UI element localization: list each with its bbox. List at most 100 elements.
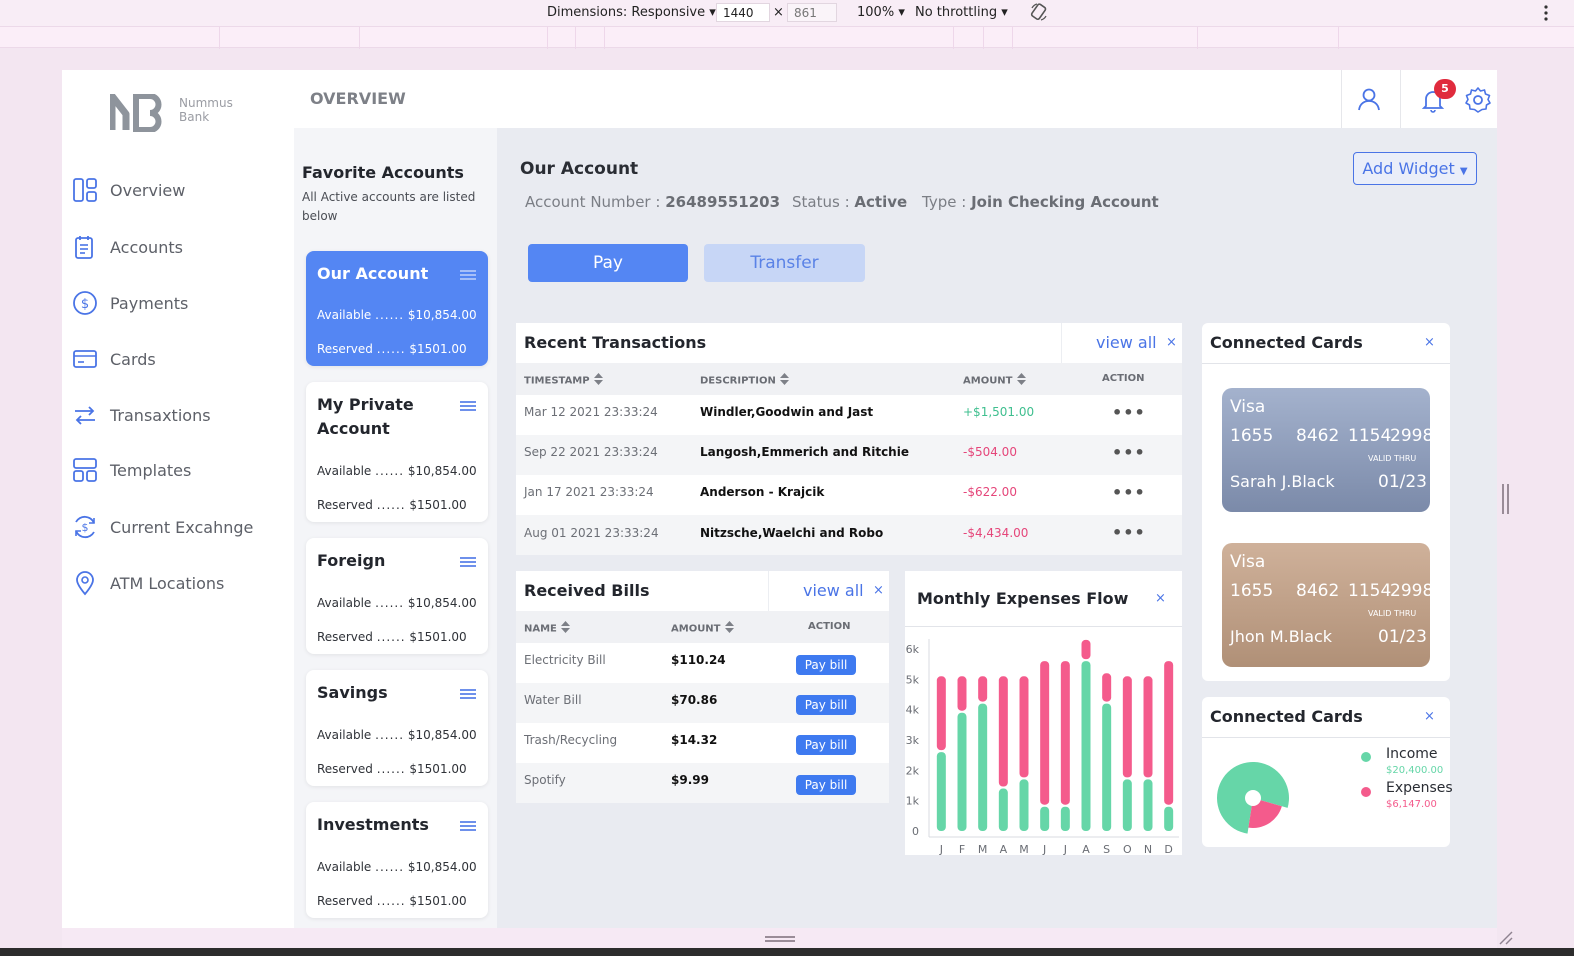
- credit-card[interactable]: Visa 1655 8462 1154 2998 VALID THRU Sara…: [1222, 388, 1433, 512]
- transfer-button[interactable]: Transfer: [704, 244, 865, 282]
- leader-dots: ......: [376, 762, 406, 776]
- reserved-line: Reserved ...... $1501.00: [317, 894, 467, 908]
- column-header-description[interactable]: DESCRIPTION: [700, 373, 789, 388]
- account-card-foreign[interactable]: Foreign Available ...... $10,854.00 Rese…: [306, 538, 488, 654]
- bar-segment: [978, 676, 988, 702]
- column-label: TIMESTAMP: [524, 375, 590, 387]
- column-header-timestamp[interactable]: TIMESTAMP: [524, 373, 603, 388]
- resize-handle-bottom[interactable]: [765, 936, 795, 942]
- rotate-icon[interactable]: [1029, 2, 1049, 22]
- menu-icon[interactable]: [460, 689, 476, 699]
- available-value: $10,854.00: [407, 308, 477, 322]
- width-input[interactable]: 1440: [716, 3, 770, 22]
- table-row[interactable]: Jan 17 2021 23:33:24 Anderson - Krajcik …: [516, 475, 1182, 515]
- column-header-name[interactable]: NAME: [524, 621, 570, 636]
- reserved-line: Reserved ...... $1501.00: [317, 498, 467, 512]
- window-bottom-edge: [0, 948, 1574, 956]
- divider: [1061, 323, 1062, 363]
- bar-segment: [1040, 661, 1050, 805]
- sidebar-item-overview[interactable]: Overview: [72, 170, 284, 210]
- bar-segment: [1143, 676, 1153, 778]
- more-actions-icon[interactable]: •••: [1112, 523, 1146, 542]
- favorites-title: Favorite Accounts: [302, 163, 464, 182]
- sort-icon: [724, 621, 734, 636]
- panel-title: Monthly Expenses Flow: [917, 589, 1129, 608]
- user-icon[interactable]: [1356, 86, 1382, 112]
- reserved-line: Reserved ...... $1501.00: [317, 762, 467, 776]
- table-row[interactable]: Sep 22 2021 23:33:24 Langosh,Emmerich an…: [516, 435, 1182, 475]
- close-icon[interactable]: ×: [1424, 709, 1435, 724]
- reserved-label: Reserved: [317, 498, 373, 512]
- sidebar-item-label: ATM Locations: [110, 573, 225, 593]
- account-name: Investments: [317, 815, 429, 834]
- more-actions-icon[interactable]: •••: [1112, 483, 1146, 502]
- pay-bill-button[interactable]: Pay bill: [796, 695, 856, 715]
- card-brand: Visa: [1230, 552, 1266, 572]
- income-legend-dot: [1361, 752, 1371, 762]
- gear-icon[interactable]: [1464, 86, 1492, 114]
- bar-segment: [998, 676, 1008, 787]
- column-header-amount[interactable]: AMOUNT: [963, 373, 1026, 388]
- sidebar-item-accounts[interactable]: Accounts: [72, 227, 284, 267]
- table-row[interactable]: Mar 12 2021 23:33:24 Windler,Goodwin and…: [516, 395, 1182, 435]
- more-actions-icon[interactable]: •••: [1112, 403, 1146, 422]
- view-all-link[interactable]: view all: [1096, 333, 1157, 352]
- close-icon[interactable]: ×: [1166, 335, 1177, 350]
- close-icon[interactable]: ×: [873, 583, 884, 598]
- zoom-select[interactable]: 100% ▾: [857, 5, 905, 20]
- pay-button[interactable]: Pay: [528, 244, 688, 282]
- logo-icon: [110, 94, 162, 132]
- available-label: Available: [317, 728, 372, 742]
- add-widget-button[interactable]: Add Widget ▼: [1353, 152, 1477, 185]
- menu-icon[interactable]: [460, 270, 476, 280]
- brand-name: Nummus Bank: [179, 96, 233, 124]
- menu-icon[interactable]: [460, 821, 476, 831]
- leader-dots: ......: [376, 630, 406, 644]
- panel-title: Received Bills: [524, 581, 650, 600]
- sidebar-item-payments[interactable]: $ Payments: [72, 283, 284, 323]
- card-number-group: 1655: [1230, 426, 1274, 446]
- sidebar-item-label: Payments: [110, 293, 189, 313]
- height-input[interactable]: 861: [787, 3, 837, 22]
- bar-segment: [936, 676, 946, 751]
- sidebar-item-atm-locations[interactable]: ATM Locations: [72, 563, 284, 603]
- app-viewport: Nummus Bank Overview Accounts $ Payments…: [62, 70, 1497, 928]
- sidebar-item-transactions[interactable]: Transaxtions: [72, 395, 284, 435]
- available-label: Available: [317, 308, 372, 322]
- sidebar-item-cards[interactable]: Cards: [72, 339, 284, 379]
- throttling-select[interactable]: No throttling ▾: [915, 5, 1008, 20]
- close-icon[interactable]: ×: [1155, 591, 1166, 606]
- table-row[interactable]: Aug 01 2021 23:33:24 Nitzsche,Waelchi an…: [516, 515, 1182, 555]
- dimensions-select[interactable]: Dimensions: Responsive ▾: [547, 5, 716, 20]
- view-all-link[interactable]: view all: [803, 581, 864, 600]
- column-label: AMOUNT: [671, 623, 721, 635]
- reserved-value: $1501.00: [409, 498, 467, 512]
- sidebar-item-exchange[interactable]: $ Current Excahnge: [72, 507, 284, 547]
- account-card-our-account[interactable]: Our Account Available ...... $10,854.00 …: [306, 251, 488, 366]
- menu-icon[interactable]: [460, 557, 476, 567]
- pay-bill-button[interactable]: Pay bill: [796, 735, 856, 755]
- x-tick-label: D: [1164, 843, 1172, 855]
- pay-bill-button[interactable]: Pay bill: [796, 775, 856, 795]
- sidebar-item-templates[interactable]: Templates: [72, 450, 284, 490]
- expenses-value: $6,147.00: [1386, 799, 1437, 810]
- column-header-amount[interactable]: AMOUNT: [671, 621, 734, 636]
- column-header-action: ACTION: [808, 621, 851, 632]
- credit-card[interactable]: Visa 1655 8462 1154 2998 VALID THRU Jhon…: [1222, 543, 1433, 667]
- income-pie-chart: [1217, 762, 1289, 834]
- more-vertical-icon[interactable]: [1543, 4, 1549, 22]
- account-card-savings[interactable]: Savings Available ...... $10,854.00 Rese…: [306, 670, 488, 786]
- menu-icon[interactable]: [460, 401, 476, 411]
- close-icon[interactable]: ×: [1424, 335, 1435, 350]
- reserved-value: $1501.00: [409, 762, 467, 776]
- x-tick-label: A: [1082, 843, 1090, 855]
- resize-handle-right[interactable]: [1502, 484, 1509, 514]
- pay-bill-button[interactable]: Pay bill: [796, 655, 856, 675]
- description-cell: Nitzsche,Waelchi and Robo: [700, 526, 884, 540]
- account-card-investments[interactable]: Investments Available ...... $10,854.00 …: [306, 802, 488, 918]
- account-card-my-private-account[interactable]: My Private Account Available ...... $10,…: [306, 382, 488, 522]
- resize-corner-icon[interactable]: [1498, 930, 1514, 946]
- account-status-value: Active: [854, 193, 908, 211]
- amount-cell: -$622.00: [963, 485, 1017, 499]
- more-actions-icon[interactable]: •••: [1112, 443, 1146, 462]
